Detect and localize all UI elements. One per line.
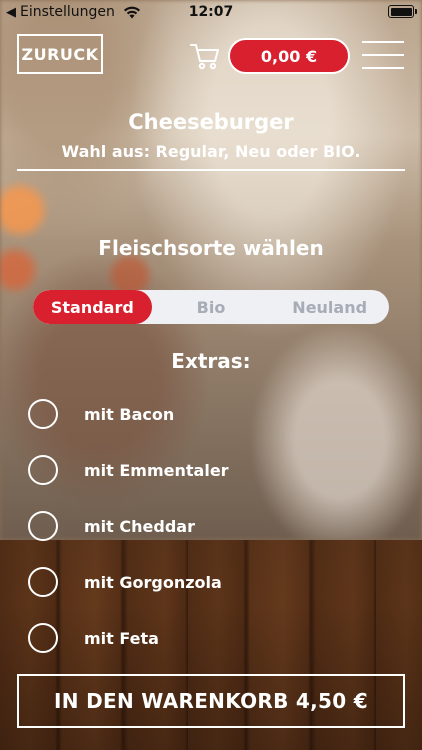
meat-type-selector: Standard Bio Neuland xyxy=(33,290,389,324)
meat-option-bio[interactable]: Bio xyxy=(152,290,271,324)
extra-option[interactable]: mit Gorgonzola xyxy=(28,565,222,599)
product-title: Cheeseburger xyxy=(128,110,294,134)
radio-button[interactable] xyxy=(28,623,58,653)
radio-button[interactable] xyxy=(28,567,58,597)
radio-button[interactable] xyxy=(28,511,58,541)
extra-option[interactable]: mit Cheddar xyxy=(28,509,195,543)
extra-label: mit Bacon xyxy=(84,404,175,424)
battery-icon xyxy=(388,5,417,18)
status-bar: ◀ Einstellungen 12:07 xyxy=(0,0,422,24)
shopping-cart-icon[interactable] xyxy=(190,41,220,71)
radio-button[interactable] xyxy=(28,455,58,485)
extra-label: mit Emmentaler xyxy=(84,460,229,480)
meat-option-neuland[interactable]: Neuland xyxy=(270,290,389,324)
hamburger-menu-icon[interactable] xyxy=(362,41,404,69)
add-to-cart-button[interactable]: IN DEN WARENKORB 4,50 € xyxy=(17,674,405,728)
extra-option[interactable]: mit Feta xyxy=(28,621,159,655)
extras-section-title: Extras: xyxy=(171,349,251,373)
meat-option-standard[interactable]: Standard xyxy=(33,290,152,324)
meat-section-title: Fleischsorte wählen xyxy=(98,236,324,260)
extra-label: mit Gorgonzola xyxy=(84,572,222,592)
extra-label: mit Feta xyxy=(84,628,159,648)
status-time: 12:07 xyxy=(188,4,234,20)
radio-button[interactable] xyxy=(28,399,58,429)
extra-option[interactable]: mit Emmentaler xyxy=(28,453,229,487)
extra-option[interactable]: mit Bacon xyxy=(28,397,174,431)
cart-total-button[interactable]: 0,00 € xyxy=(228,38,350,74)
extra-label: mit Cheddar xyxy=(84,516,195,536)
divider xyxy=(17,169,405,171)
product-subtitle: Wahl aus: Regular, Neu oder BIO. xyxy=(61,142,361,161)
back-button[interactable]: ZURUCK xyxy=(17,34,103,74)
